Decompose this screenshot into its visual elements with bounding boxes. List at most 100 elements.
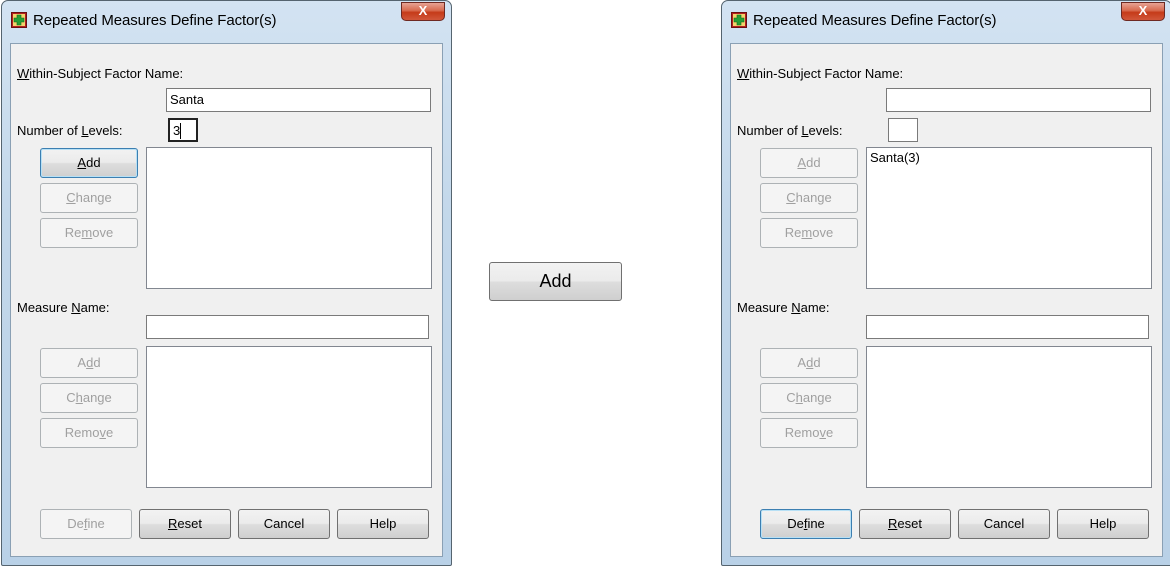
btn-mnemonic: A (77, 155, 87, 170)
factor-listbox[interactable] (146, 147, 432, 289)
btn-text: C (66, 390, 76, 405)
spss-app-icon (731, 12, 747, 28)
help-button[interactable]: Help (1057, 509, 1149, 539)
factor-listbox[interactable]: Santa(3) (866, 147, 1152, 289)
factor-name-label: Within-Subject Factor Name: (17, 66, 183, 81)
dialog-before: Repeated Measures Define Factor(s) X Wit… (1, 0, 452, 566)
btn-text: ange (802, 390, 832, 405)
btn-text: ove (92, 225, 114, 240)
title-bar[interactable]: Repeated Measures Define Factor(s) X (722, 1, 1170, 35)
measure-listbox[interactable] (866, 346, 1152, 488)
btn-text: Re (784, 225, 802, 240)
factor-name-label: Within-Subject Factor Name: (737, 66, 903, 81)
levels-label: Number of Levels: (737, 123, 843, 138)
btn-text: hange (75, 190, 112, 205)
btn-text: Re (64, 225, 82, 240)
label-text: Number of (737, 123, 802, 138)
btn-text: ine (87, 516, 105, 531)
change-factor-button[interactable]: Change (40, 183, 138, 213)
btn-text: ange (82, 390, 112, 405)
label-mnemonic: L (801, 123, 809, 138)
change-measure-button[interactable]: Change (40, 383, 138, 413)
change-factor-button[interactable]: Change (760, 183, 858, 213)
remove-measure-button[interactable]: Remove (760, 418, 858, 448)
btn-text: e (825, 425, 834, 440)
reset-button[interactable]: Reset (139, 509, 231, 539)
btn-mnemonic: C (66, 190, 76, 205)
close-button[interactable]: X (1121, 2, 1165, 21)
reset-button[interactable]: Reset (859, 509, 951, 539)
factor-name-input[interactable]: Santa (166, 88, 431, 112)
btn-text: eset (177, 516, 202, 531)
define-button[interactable]: Define (40, 509, 132, 539)
btn-mnemonic: m (801, 225, 813, 240)
btn-text: ove (812, 225, 834, 240)
btn-mnemonic: m (81, 225, 93, 240)
btn-text: d (93, 355, 101, 370)
btn-text: ine (807, 516, 825, 531)
remove-factor-button[interactable]: Remove (40, 218, 138, 248)
spss-app-icon (11, 12, 27, 28)
btn-mnemonic: h (795, 390, 803, 405)
add-step-button[interactable]: Add (489, 262, 622, 301)
label-mnemonic: N (71, 300, 81, 315)
label-mnemonic: N (791, 300, 801, 315)
help-button[interactable]: Help (337, 509, 429, 539)
remove-factor-button[interactable]: Remove (760, 218, 858, 248)
label-mnemonic: W (737, 66, 750, 81)
add-measure-button[interactable]: Add (760, 348, 858, 378)
label-text: ithin-Subject Factor Name: (749, 66, 904, 81)
levels-input[interactable] (888, 118, 918, 142)
label-mnemonic: W (17, 66, 30, 81)
measure-name-input[interactable] (146, 315, 429, 339)
measure-name-label: Measure Name: (737, 300, 830, 315)
label-text: ithin-Subject Factor Name: (29, 66, 184, 81)
measure-name-label: Measure Name: (17, 300, 110, 315)
btn-text: eset (897, 516, 922, 531)
define-button[interactable]: Define (760, 509, 852, 539)
btn-text: d (813, 355, 821, 370)
close-icon: X (418, 3, 428, 18)
add-factor-button[interactable]: Add (40, 148, 138, 178)
label-text: Number of (17, 123, 82, 138)
btn-mnemonic: C (786, 190, 796, 205)
add-measure-button[interactable]: Add (40, 348, 138, 378)
label-text: Measure (737, 300, 792, 315)
btn-text: A (77, 355, 87, 370)
change-measure-button[interactable]: Change (760, 383, 858, 413)
close-button[interactable]: X (401, 2, 445, 21)
measure-name-input[interactable] (866, 315, 1149, 339)
btn-text: hange (795, 190, 832, 205)
close-icon: X (1138, 3, 1148, 18)
factor-name-input[interactable] (886, 88, 1151, 112)
factor-name-value: Santa (170, 92, 204, 107)
btn-text: De (787, 516, 804, 531)
label-text: ame: (80, 300, 110, 315)
btn-text: A (797, 355, 807, 370)
btn-text: C (786, 390, 796, 405)
window-title: Repeated Measures Define Factor(s) (753, 12, 997, 29)
remove-measure-button[interactable]: Remove (40, 418, 138, 448)
btn-mnemonic: h (75, 390, 83, 405)
label-text: evels: (808, 123, 843, 138)
text-caret (180, 123, 181, 139)
cancel-button[interactable]: Cancel (238, 509, 330, 539)
label-mnemonic: L (81, 123, 89, 138)
btn-text: dd (806, 155, 821, 170)
dialog-body: Within-Subject Factor Name: Santa Number… (10, 43, 443, 557)
add-factor-button[interactable]: Add (760, 148, 858, 178)
btn-mnemonic: R (888, 516, 898, 531)
btn-text: Remo (784, 425, 820, 440)
dialog-after: Repeated Measures Define Factor(s) X Wit… (721, 0, 1170, 566)
label-text: Measure (17, 300, 72, 315)
dialog-body: Within-Subject Factor Name: Number of Le… (730, 43, 1163, 557)
cancel-button[interactable]: Cancel (958, 509, 1050, 539)
title-bar[interactable]: Repeated Measures Define Factor(s) X (2, 1, 451, 35)
btn-text: De (67, 516, 84, 531)
btn-text: Remo (64, 425, 100, 440)
btn-mnemonic: A (797, 155, 807, 170)
list-item[interactable]: Santa(3) (870, 150, 1148, 165)
levels-input[interactable]: 3 (168, 118, 198, 142)
measure-listbox[interactable] (146, 346, 432, 488)
btn-text: e (105, 425, 114, 440)
